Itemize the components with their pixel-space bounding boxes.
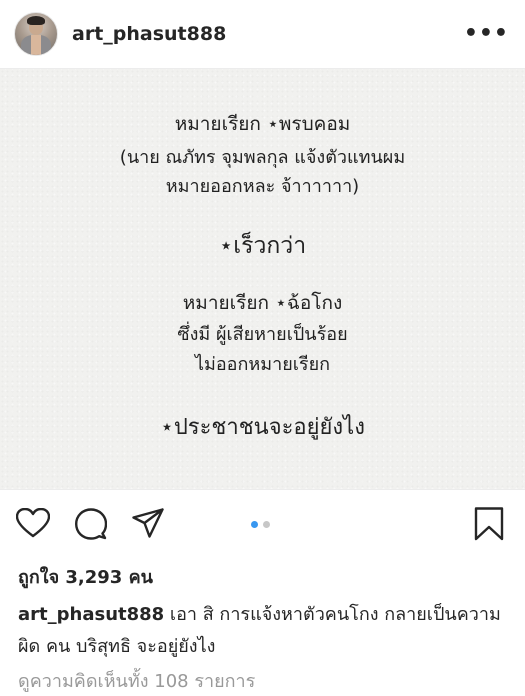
carousel-dot-active <box>251 521 258 528</box>
carousel-indicator <box>251 521 270 528</box>
carousel-dot <box>263 521 270 528</box>
bookmark-icon[interactable] <box>474 507 504 541</box>
post-text-line: หมายออกหละ จ้าาาาาา) <box>165 176 360 197</box>
username-link[interactable]: art_phasut888 <box>72 23 464 45</box>
caption: art_phasut888 เอา สิ การแจ้งหาตัวคนโกง ก… <box>18 599 513 663</box>
avatar[interactable] <box>14 12 58 56</box>
likes-count[interactable]: ถูกใจ 3,293 คน <box>18 562 153 591</box>
post-header: art_phasut888 ••• <box>0 0 525 68</box>
post-text-line: ซึ่งมี ผู้เสียหายเป็นร้อย <box>177 324 348 345</box>
share-icon[interactable] <box>132 508 164 538</box>
post-text-line: หมายเรียก ⋆ฉ้อโกง <box>182 292 343 314</box>
post-text-line: ⋆ประชาชนจะอยู่ยังไง <box>160 415 365 440</box>
comment-icon[interactable] <box>75 508 107 540</box>
post-text-line: ไม่ออกหมายเรียก <box>194 354 331 375</box>
post-text-line: หมายเรียก ⋆พรบคอม <box>174 113 351 135</box>
action-bar <box>0 490 525 556</box>
caption-username[interactable]: art_phasut888 <box>18 604 164 625</box>
heart-icon[interactable] <box>16 508 50 538</box>
post-text-line: (นาย ณภัทร จุมพลกุล แจ้งตัวแทนผม <box>119 147 406 168</box>
more-options-icon[interactable]: ••• <box>464 23 509 45</box>
avatar-chest <box>31 35 41 55</box>
post-image[interactable]: หมายเรียก ⋆พรบคอม (นาย ณภัทร จุมพลกุล แจ… <box>0 68 525 490</box>
post-text-line: ⋆เร็วกว่า <box>218 233 307 259</box>
avatar-hair <box>27 16 45 25</box>
view-all-comments-link[interactable]: ดูความคิดเห็นทั้ง 108 รายการ <box>18 666 255 695</box>
